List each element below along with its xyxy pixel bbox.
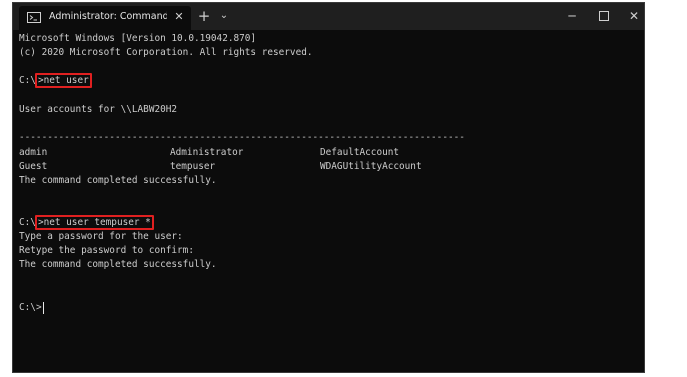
chevron-down-icon[interactable]: ⌄ [215,6,233,26]
success-message: The command completed successfully. [19,259,217,270]
minimize-icon[interactable]: ─ [561,6,583,26]
prompt-path: C:\ [19,75,36,86]
copyright-line: (c) 2020 Microsoft Corporation. All righ… [19,47,313,58]
account-name: DefaultAccount [320,147,400,158]
tab-close-icon[interactable]: ✕ [172,9,186,25]
accounts-header: User accounts for \\LABW20H2 [19,104,178,115]
account-name: Guest [19,161,48,172]
table-row: admin Administrator DefaultAccount [19,146,619,160]
text-cursor [42,301,44,314]
tab-command-prompt[interactable]: Administrator: Command Prompt ✕ [19,6,191,30]
close-icon[interactable]: ✕ [623,6,645,26]
separator-line: ----------------------------------------… [19,132,465,143]
account-name: tempuser [170,161,216,172]
prompt-line-3[interactable]: C:\> [19,301,44,315]
prompt-line-2: C:\ >net user tempuser * [19,215,154,230]
retype-prompt: Retype the password to confirm: [19,245,194,256]
highlighted-command-net-user-tempuser: >net user tempuser * [34,215,154,230]
new-tab-icon[interactable]: + [195,6,213,26]
version-line: Microsoft Windows [Version 10.0.19042.87… [19,33,257,44]
prompt-path: C:\ [19,302,36,313]
table-row: Guest tempuser WDAGUtilityAccount [19,160,619,174]
account-name: Administrator [170,147,244,158]
prompt-path: C:\ [19,217,36,228]
account-name: WDAGUtilityAccount [320,161,422,172]
account-name: admin [19,147,48,158]
terminal-icon [27,12,41,23]
console-output[interactable]: Microsoft Windows [Version 10.0.19042.87… [19,32,644,372]
command-prompt-window: Administrator: Command Prompt ✕ + ⌄ ─ ✕ … [12,2,645,373]
title-bar: Administrator: Command Prompt ✕ + ⌄ ─ ✕ [13,3,644,30]
highlighted-command-net-user: >net user [34,73,92,88]
prompt-line-1: C:\ >net user [19,73,92,88]
tab-title: Administrator: Command Prompt [49,11,167,22]
prompt-caret: > [35,302,42,313]
password-prompt: Type a password for the user: [19,231,183,242]
maximize-icon[interactable] [593,6,615,26]
success-message: The command completed successfully. [19,175,217,186]
